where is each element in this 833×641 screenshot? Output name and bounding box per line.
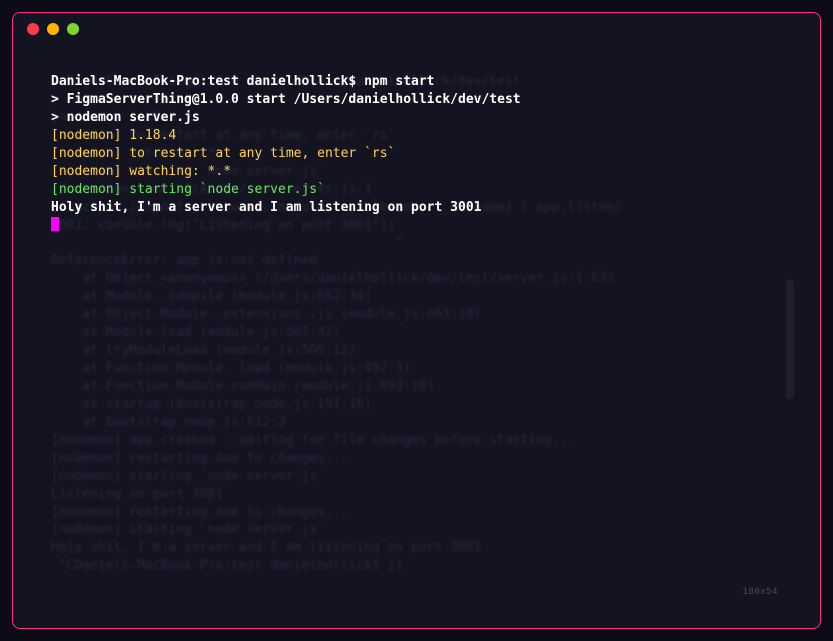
- nodemon-text: 1.18.4: [121, 128, 176, 143]
- scrollback-line: [nodemon] starting `node server.js`: [51, 521, 782, 539]
- server-listening-line: Holy shit, I'm a server and I am listeni…: [51, 199, 782, 217]
- nodemon-tag: [nodemon]: [51, 146, 121, 161]
- scrollback-line: [nodemon] restarting due to changes...: [51, 504, 782, 522]
- nodemon-text: starting `node server.js`: [121, 182, 325, 197]
- scrollback-line: ^: [51, 234, 782, 252]
- scrollback-line: at Function.Module._load (module.js:497:…: [51, 360, 782, 378]
- terminal-output: Daniels-MacBook-Pro:test danielhollick$ …: [51, 73, 782, 234]
- scrollback-line: at tryModuleLoad (module.js:505:12): [51, 342, 782, 360]
- nodemon-tag: [nodemon]: [51, 128, 121, 143]
- scrollback-line: Holy shit, I'm a server and I am listeni…: [51, 539, 782, 557]
- scrollback-line: Listening on port 3001: [51, 486, 782, 504]
- terminal-body[interactable]: > FigmaServerThing@1.0.0 start /Users/da…: [37, 59, 796, 608]
- scrollback-line: at Module._compile (module.js:652:30): [51, 288, 782, 306]
- nodemon-line: [nodemon] starting `node server.js`: [51, 181, 782, 199]
- nodemon-line: [nodemon] 1.18.4: [51, 127, 782, 145]
- dimensions-label: 180x54: [742, 586, 778, 598]
- scrollback-line: at bootstrap_node.js:612:3: [51, 414, 782, 432]
- npm-start-line: > FigmaServerThing@1.0.0 start /Users/da…: [51, 91, 782, 109]
- scrollback-line: ^CDaniels-MacBook-Pro:test danielhollick…: [51, 557, 782, 575]
- npm-start-line: > nodemon server.js: [51, 109, 782, 127]
- minimize-icon[interactable]: [47, 23, 59, 35]
- scrollbar[interactable]: [786, 279, 794, 399]
- scrollback-line: at Function.Module.runMain (module.js:69…: [51, 378, 782, 396]
- prompt-line: Daniels-MacBook-Pro:test danielhollick$ …: [51, 73, 782, 91]
- cursor-icon: [51, 217, 59, 231]
- maximize-icon[interactable]: [67, 23, 79, 35]
- nodemon-text: to restart at any time, enter `rs`: [121, 146, 395, 161]
- close-icon[interactable]: [27, 23, 39, 35]
- scrollback-line: at startup (bootstrap_node.js:191:16): [51, 396, 782, 414]
- nodemon-tag: [nodemon]: [51, 182, 121, 197]
- nodemon-line: [nodemon] to restart at any time, enter …: [51, 145, 782, 163]
- scrollback-line: at Object.<anonymous> (/Users/danielholl…: [51, 270, 782, 288]
- nodemon-text: watching: *.*: [121, 164, 231, 179]
- nodemon-line: [nodemon] watching: *.*: [51, 163, 782, 181]
- scrollback-line: [nodemon] app crashed - waiting for file…: [51, 432, 782, 450]
- scrollback-line: ReferenceError: app is not defined: [51, 252, 782, 270]
- scrollback-line: [nodemon] starting `node server.js`: [51, 468, 782, 486]
- window-titlebar: [13, 13, 820, 45]
- scrollback-line: at Module.load (module.js:565:32): [51, 324, 782, 342]
- cursor-line: [51, 217, 782, 235]
- scrollback-line: [nodemon] restarting due to changes...: [51, 450, 782, 468]
- nodemon-tag: [nodemon]: [51, 164, 121, 179]
- terminal-window: > FigmaServerThing@1.0.0 start /Users/da…: [12, 12, 821, 629]
- scrollback-line: at Object.Module._extensions..js (module…: [51, 306, 782, 324]
